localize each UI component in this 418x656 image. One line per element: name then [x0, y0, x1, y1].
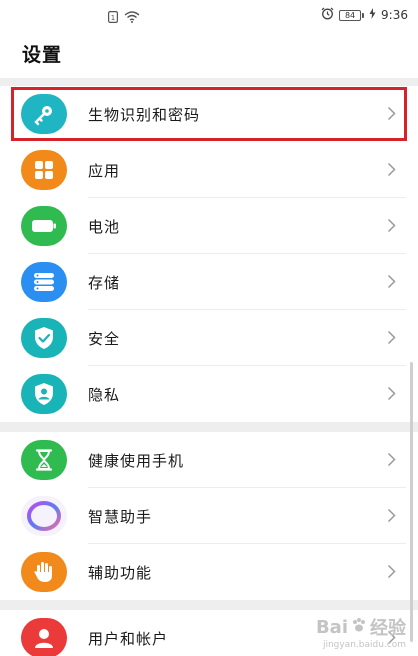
- watermark-suffix: 经验: [370, 618, 406, 639]
- settings-item-label: 安全: [88, 329, 121, 348]
- status-right: 84 9:36: [321, 7, 408, 23]
- assistant-ring-icon: [21, 496, 67, 536]
- battery-indicator: 84: [339, 9, 365, 21]
- chevron-right-icon: [387, 274, 396, 293]
- settings-item-storage[interactable]: 存储: [0, 254, 418, 310]
- chevron-right-icon: [387, 106, 396, 125]
- hourglass-icon: [21, 440, 67, 480]
- chevron-right-icon: [387, 386, 396, 405]
- settings-item-label: 辅助功能: [88, 563, 153, 582]
- group-separator: [0, 600, 418, 610]
- sim-icon: 1: [108, 8, 119, 27]
- settings-list: 生物识别和密码 应用 电池 存储 安全 隐私 健康使用手机 智慧助手 辅助功能 …: [0, 78, 418, 656]
- battery-icon: [21, 206, 67, 246]
- battery-level: 84: [339, 9, 362, 21]
- settings-item-label: 用户和帐户: [88, 629, 169, 648]
- settings-item-accessibility[interactable]: 辅助功能: [0, 544, 418, 600]
- chevron-right-icon: [387, 330, 396, 349]
- status-indicators: 1: [108, 8, 140, 27]
- settings-item-smart-assistant[interactable]: 智慧助手: [0, 488, 418, 544]
- chevron-right-icon: [387, 218, 396, 237]
- settings-item-apps[interactable]: 应用: [0, 142, 418, 198]
- status-bar: 1 84 9:36: [0, 0, 418, 30]
- settings-item-label: 生物识别和密码: [88, 105, 201, 124]
- settings-item-label: 存储: [88, 273, 121, 292]
- chevron-right-icon: [387, 508, 396, 527]
- watermark-url: jingyan.baidu.com: [322, 640, 406, 650]
- alarm-icon: [321, 7, 334, 23]
- battery-cap: [362, 12, 365, 18]
- settings-item-label: 隐私: [88, 385, 121, 404]
- group-separator: [0, 422, 418, 432]
- chevron-right-icon: [387, 564, 396, 583]
- paw-icon: [351, 617, 367, 638]
- settings-item-security[interactable]: 安全: [0, 310, 418, 366]
- settings-item-biometrics-password[interactable]: 生物识别和密码: [10, 86, 408, 142]
- privacy-shield-icon: [21, 374, 67, 414]
- charging-icon: [369, 8, 376, 22]
- shield-check-icon: [21, 318, 67, 358]
- chevron-right-icon: [387, 452, 396, 471]
- user-icon: [21, 618, 67, 656]
- watermark-brand: Bai: [315, 616, 348, 638]
- hand-icon: [21, 552, 67, 592]
- settings-item-label: 应用: [88, 161, 121, 180]
- storage-icon: [21, 262, 67, 302]
- settings-item-digital-balance[interactable]: 健康使用手机: [0, 432, 418, 488]
- settings-item-label: 智慧助手: [88, 507, 153, 526]
- clock-time: 9:36: [381, 8, 408, 22]
- apps-grid-icon: [21, 150, 67, 190]
- watermark: Bai 经验 jingyan.baidu.com: [315, 614, 406, 651]
- settings-item-label: 电池: [88, 217, 121, 236]
- svg-text:1: 1: [111, 14, 115, 22]
- page-title: 设置: [22, 44, 63, 66]
- key-icon: [21, 94, 67, 134]
- settings-item-label: 健康使用手机: [88, 451, 185, 470]
- settings-item-privacy[interactable]: 隐私: [0, 366, 418, 422]
- group-separator: [0, 78, 418, 86]
- settings-item-battery[interactable]: 电池: [0, 198, 418, 254]
- wifi-icon: [124, 8, 140, 27]
- scrollbar[interactable]: [410, 362, 413, 642]
- chevron-right-icon: [387, 162, 396, 181]
